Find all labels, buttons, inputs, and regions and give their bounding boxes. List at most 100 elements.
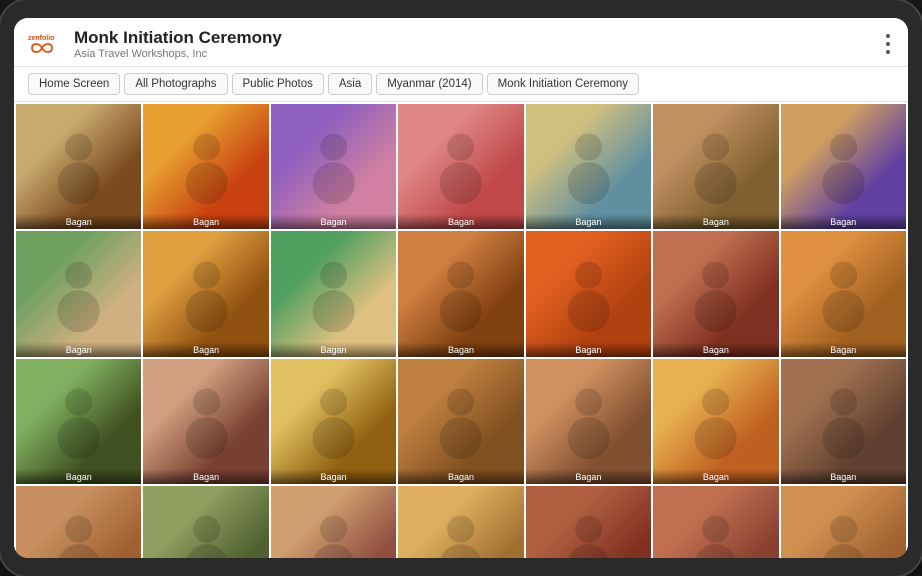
- photo-overlay: [398, 486, 523, 558]
- photo-overlay: [526, 231, 651, 356]
- photo-overlay: [653, 359, 778, 484]
- photo-cell[interactable]: Bagan: [143, 104, 268, 229]
- person-silhouette: [678, 129, 753, 204]
- photo-overlay: [143, 231, 268, 356]
- photo-overlay: [271, 104, 396, 229]
- person-silhouette: [169, 384, 244, 459]
- photo-cell[interactable]: Bagan: [398, 486, 523, 558]
- photo-label: Bagan: [398, 342, 523, 357]
- photo-label: Bagan: [16, 469, 141, 484]
- header-title-block: Monk Initiation Ceremony Asia Travel Wor…: [74, 28, 282, 60]
- photo-label: Bagan: [16, 342, 141, 357]
- person-silhouette: [423, 257, 498, 332]
- person-silhouette: [678, 511, 753, 558]
- photo-cell[interactable]: Bagan: [653, 104, 778, 229]
- breadcrumb-item-home[interactable]: Home Screen: [28, 73, 120, 95]
- photo-label: Bagan: [781, 469, 906, 484]
- photo-grid[interactable]: Bagan Bagan Bagan: [14, 102, 908, 558]
- photo-cell[interactable]: Bagan: [16, 231, 141, 356]
- photo-label: Bagan: [653, 342, 778, 357]
- photo-label: Bagan: [653, 469, 778, 484]
- photo-label: Bagan: [271, 469, 396, 484]
- photo-overlay: [16, 104, 141, 229]
- person-silhouette: [423, 384, 498, 459]
- photo-cell[interactable]: Bagan: [781, 359, 906, 484]
- photo-cell[interactable]: Bagan: [781, 486, 906, 558]
- photo-label: Bagan: [526, 214, 651, 229]
- photo-label: Bagan: [781, 342, 906, 357]
- photo-cell[interactable]: Bagan: [526, 359, 651, 484]
- photo-cell[interactable]: Bagan: [16, 359, 141, 484]
- person-silhouette: [806, 257, 881, 332]
- photo-cell[interactable]: Bagan: [398, 359, 523, 484]
- person-silhouette: [41, 384, 116, 459]
- photo-overlay: [16, 359, 141, 484]
- photo-cell[interactable]: Bagan: [526, 486, 651, 558]
- photo-cell[interactable]: Bagan: [143, 231, 268, 356]
- person-silhouette: [296, 129, 371, 204]
- photo-cell[interactable]: Bagan: [271, 359, 396, 484]
- photo-cell[interactable]: Bagan: [653, 231, 778, 356]
- breadcrumb-item-all[interactable]: All Photographs: [124, 73, 227, 95]
- person-silhouette: [169, 257, 244, 332]
- photo-cell[interactable]: Bagan: [653, 486, 778, 558]
- photo-cell[interactable]: Bagan: [398, 231, 523, 356]
- person-silhouette: [423, 129, 498, 204]
- photo-cell[interactable]: Bagan: [16, 486, 141, 558]
- photo-overlay: [143, 104, 268, 229]
- photo-overlay: [653, 104, 778, 229]
- photo-overlay: [271, 231, 396, 356]
- header-left: zenfolio Monk Initiation Ceremony Asia T…: [28, 28, 282, 60]
- photo-cell[interactable]: Bagan: [526, 231, 651, 356]
- photo-overlay: [398, 359, 523, 484]
- photo-overlay: [781, 104, 906, 229]
- dot2: [886, 42, 890, 46]
- photo-cell[interactable]: Bagan: [781, 104, 906, 229]
- header-title: Monk Initiation Ceremony: [74, 28, 282, 48]
- photo-cell[interactable]: Bagan: [143, 486, 268, 558]
- photo-cell[interactable]: Bagan: [143, 359, 268, 484]
- person-silhouette: [296, 511, 371, 558]
- person-silhouette: [169, 511, 244, 558]
- photo-overlay: [16, 486, 141, 558]
- photo-cell[interactable]: Bagan: [271, 486, 396, 558]
- breadcrumb-item-ceremony[interactable]: Monk Initiation Ceremony: [487, 73, 639, 95]
- photo-overlay: [653, 231, 778, 356]
- more-options-button[interactable]: [882, 30, 894, 58]
- photo-label: Bagan: [526, 469, 651, 484]
- person-silhouette: [169, 129, 244, 204]
- photo-cell[interactable]: Bagan: [526, 104, 651, 229]
- person-silhouette: [806, 129, 881, 204]
- photo-label: Bagan: [143, 469, 268, 484]
- photo-cell[interactable]: Bagan: [781, 231, 906, 356]
- svg-text:zenfolio: zenfolio: [28, 35, 54, 42]
- photo-cell[interactable]: Bagan: [271, 231, 396, 356]
- dot3: [886, 50, 890, 54]
- photo-overlay: [143, 359, 268, 484]
- photo-label: Bagan: [143, 214, 268, 229]
- photo-cell[interactable]: Bagan: [271, 104, 396, 229]
- photo-overlay: [398, 104, 523, 229]
- person-silhouette: [806, 511, 881, 558]
- breadcrumb-item-myanmar[interactable]: Myanmar (2014): [376, 73, 482, 95]
- photo-cell[interactable]: Bagan: [16, 104, 141, 229]
- photo-overlay: [781, 231, 906, 356]
- photo-cell[interactable]: Bagan: [653, 359, 778, 484]
- photo-overlay: [653, 486, 778, 558]
- person-silhouette: [41, 257, 116, 332]
- photo-overlay: [526, 486, 651, 558]
- breadcrumb-item-public[interactable]: Public Photos: [232, 73, 324, 95]
- person-silhouette: [678, 384, 753, 459]
- person-silhouette: [296, 384, 371, 459]
- photo-label: Bagan: [271, 214, 396, 229]
- photo-overlay: [271, 486, 396, 558]
- photo-overlay: [526, 104, 651, 229]
- photo-cell[interactable]: Bagan: [398, 104, 523, 229]
- person-silhouette: [551, 257, 626, 332]
- breadcrumb-item-asia[interactable]: Asia: [328, 73, 372, 95]
- person-silhouette: [41, 511, 116, 558]
- photo-overlay: [526, 359, 651, 484]
- photo-overlay: [271, 359, 396, 484]
- zenfolio-logo: zenfolio: [28, 30, 64, 58]
- person-silhouette: [678, 257, 753, 332]
